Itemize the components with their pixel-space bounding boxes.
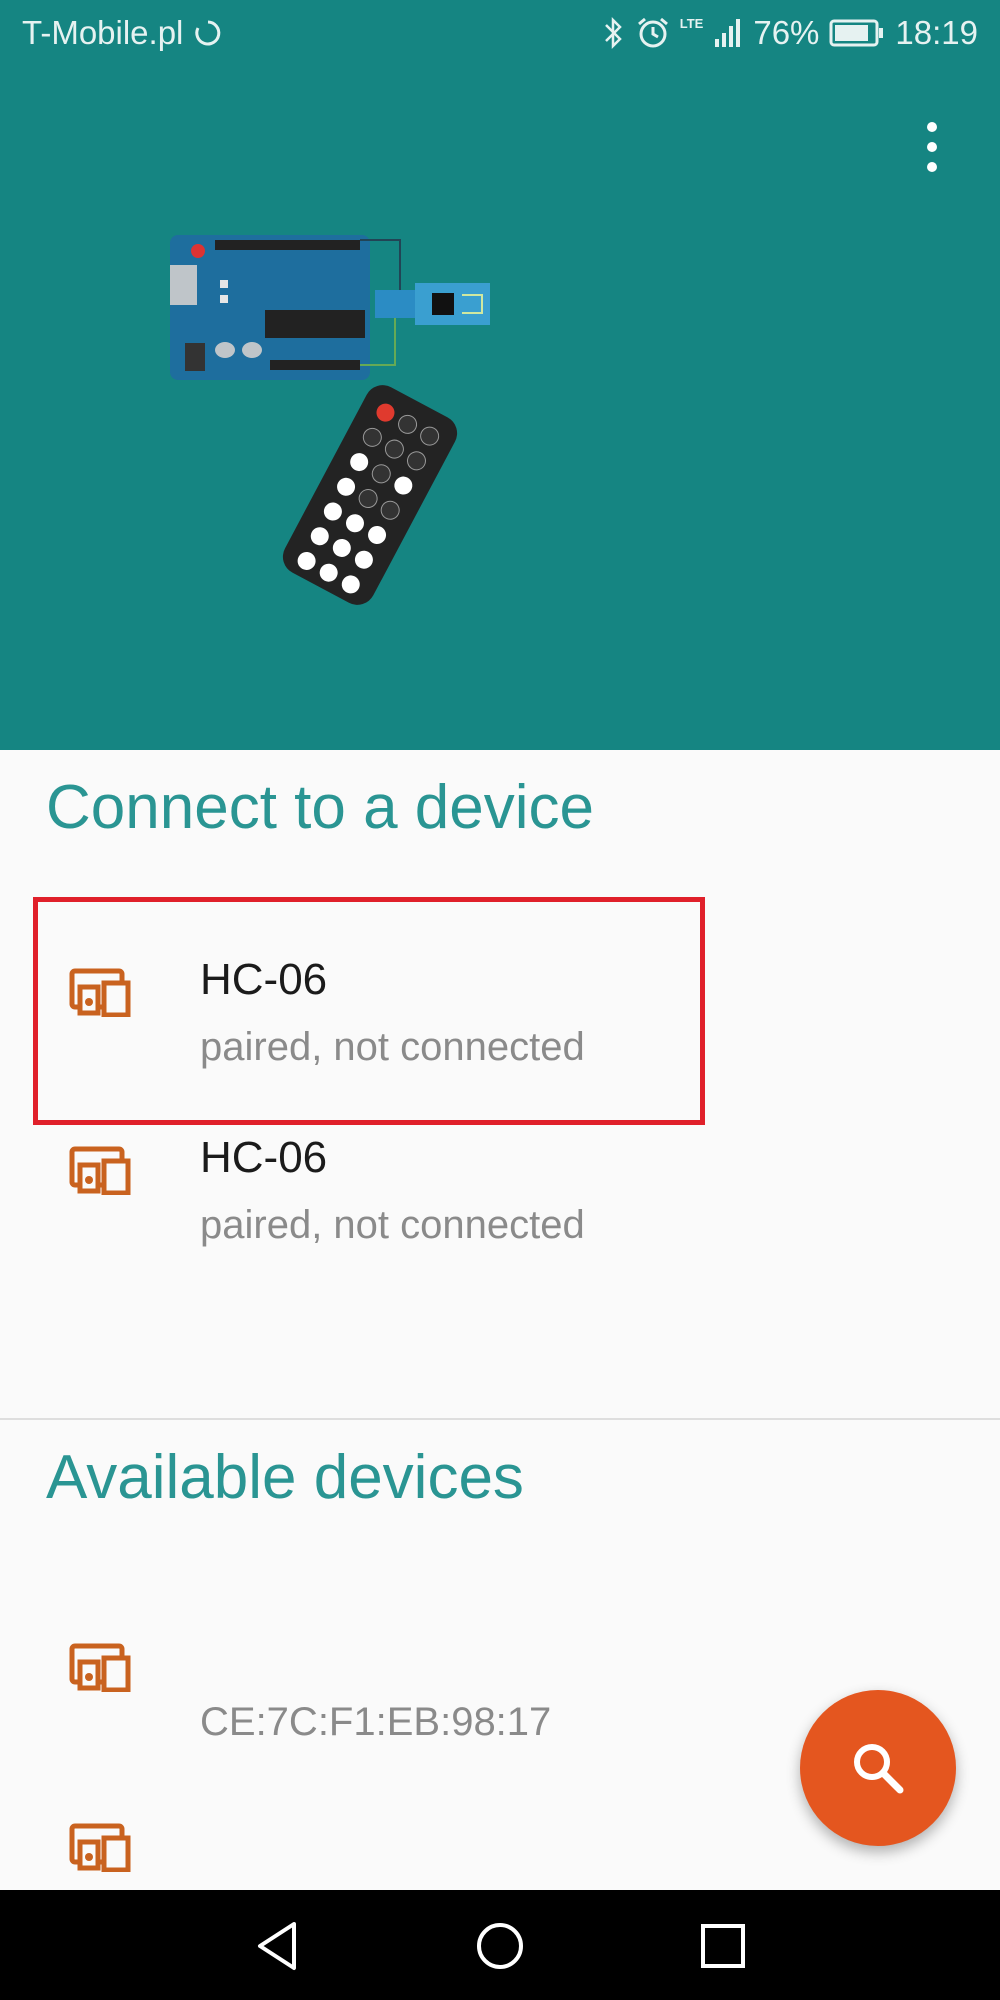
device-name: HC-06 <box>200 1133 328 1182</box>
highlight-frame <box>33 897 705 1125</box>
recents-icon[interactable] <box>695 1918 751 1974</box>
header-banner: T-Mobile.pl LTE 76% 18:19 <box>0 0 1000 750</box>
carrier-label: T-Mobile.pl <box>22 14 223 52</box>
back-icon[interactable] <box>250 1918 306 1974</box>
bluetooth-icon <box>604 16 622 50</box>
sync-icon <box>194 20 220 46</box>
device-address: CE:7C:F1:EB:98:17 <box>200 1700 552 1744</box>
available-devices-title: Available devices <box>46 1443 524 1512</box>
home-icon[interactable] <box>472 1918 528 1974</box>
system-navigation-bar <box>0 1890 1000 2000</box>
paired-devices-title: Connect to a device <box>46 773 595 842</box>
section-divider <box>0 1418 1000 1420</box>
device-status: paired, not connected <box>200 1203 585 1247</box>
status-icons: LTE 76% 18:19 <box>602 14 978 52</box>
status-bar: T-Mobile.pl LTE 76% 18:19 <box>0 0 1000 70</box>
network-label: LTE <box>679 16 704 31</box>
alarm-icon <box>637 17 668 48</box>
search-button[interactable] <box>800 1690 956 1846</box>
device-icon <box>69 1643 131 1692</box>
clock: 18:19 <box>895 14 978 51</box>
overflow-menu-icon[interactable] <box>914 120 950 174</box>
signal-icon <box>715 19 741 47</box>
battery-icon <box>829 19 884 47</box>
search-icon <box>854 1744 904 1794</box>
paired-device-item[interactable]: HC-06 paired, not connected <box>0 1103 1000 1273</box>
battery-percent: 76% <box>753 14 820 51</box>
device-icon <box>69 1146 131 1195</box>
device-icon <box>69 1823 131 1872</box>
hero-illustration <box>170 235 490 605</box>
